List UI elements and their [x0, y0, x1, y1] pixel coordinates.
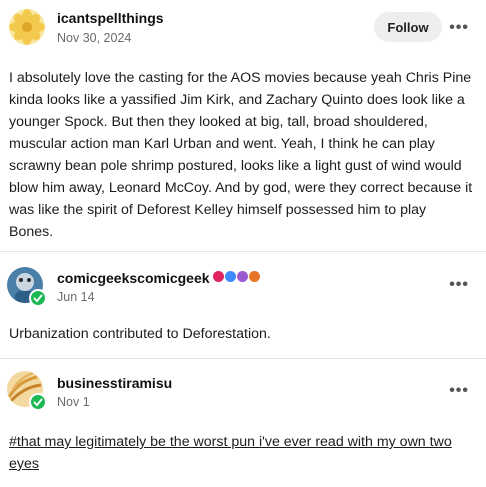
post-businesstiramisu: businesstiramisu Nov 1 ••• #that may leg… — [0, 359, 486, 487]
username[interactable]: icantspellthings — [57, 10, 164, 26]
avatar[interactable] — [9, 9, 45, 45]
post-icantspellthings: icantspellthings Nov 30, 2024 Follow •••… — [0, 0, 486, 252]
badge-red-icon — [213, 271, 224, 282]
follow-button[interactable]: Follow — [374, 12, 442, 42]
more-options-icon[interactable]: ••• — [449, 276, 469, 294]
badge-orange-icon — [249, 271, 260, 282]
green-check-badge-icon — [29, 289, 47, 307]
post-body: I absolutely love the casting for the AO… — [9, 70, 473, 240]
username[interactable]: businesstiramisu — [57, 375, 172, 391]
user-badges[interactable] — [213, 271, 260, 282]
post-body: Urbanization contributed to Deforestatio… — [9, 326, 271, 342]
badge-blue-icon — [225, 271, 236, 282]
green-check-badge-icon — [29, 393, 47, 411]
more-options-icon[interactable]: ••• — [449, 382, 469, 400]
badge-purple-icon — [237, 271, 248, 282]
post-comicgeekscomicgeek: comicgeekscomicgeek Jun 14 ••• Urbanizat… — [0, 252, 486, 359]
more-options-icon[interactable]: ••• — [449, 19, 469, 37]
flower-avatar-icon — [9, 9, 45, 45]
hashtag-link[interactable]: #that may legitimately be the worst pun … — [9, 434, 452, 472]
post-body: #that may legitimately be the worst pun … — [9, 431, 474, 475]
username[interactable]: comicgeekscomicgeek — [57, 270, 210, 286]
post-date[interactable]: Nov 30, 2024 — [57, 31, 131, 45]
post-date[interactable]: Jun 14 — [57, 290, 95, 304]
post-date[interactable]: Nov 1 — [57, 395, 90, 409]
